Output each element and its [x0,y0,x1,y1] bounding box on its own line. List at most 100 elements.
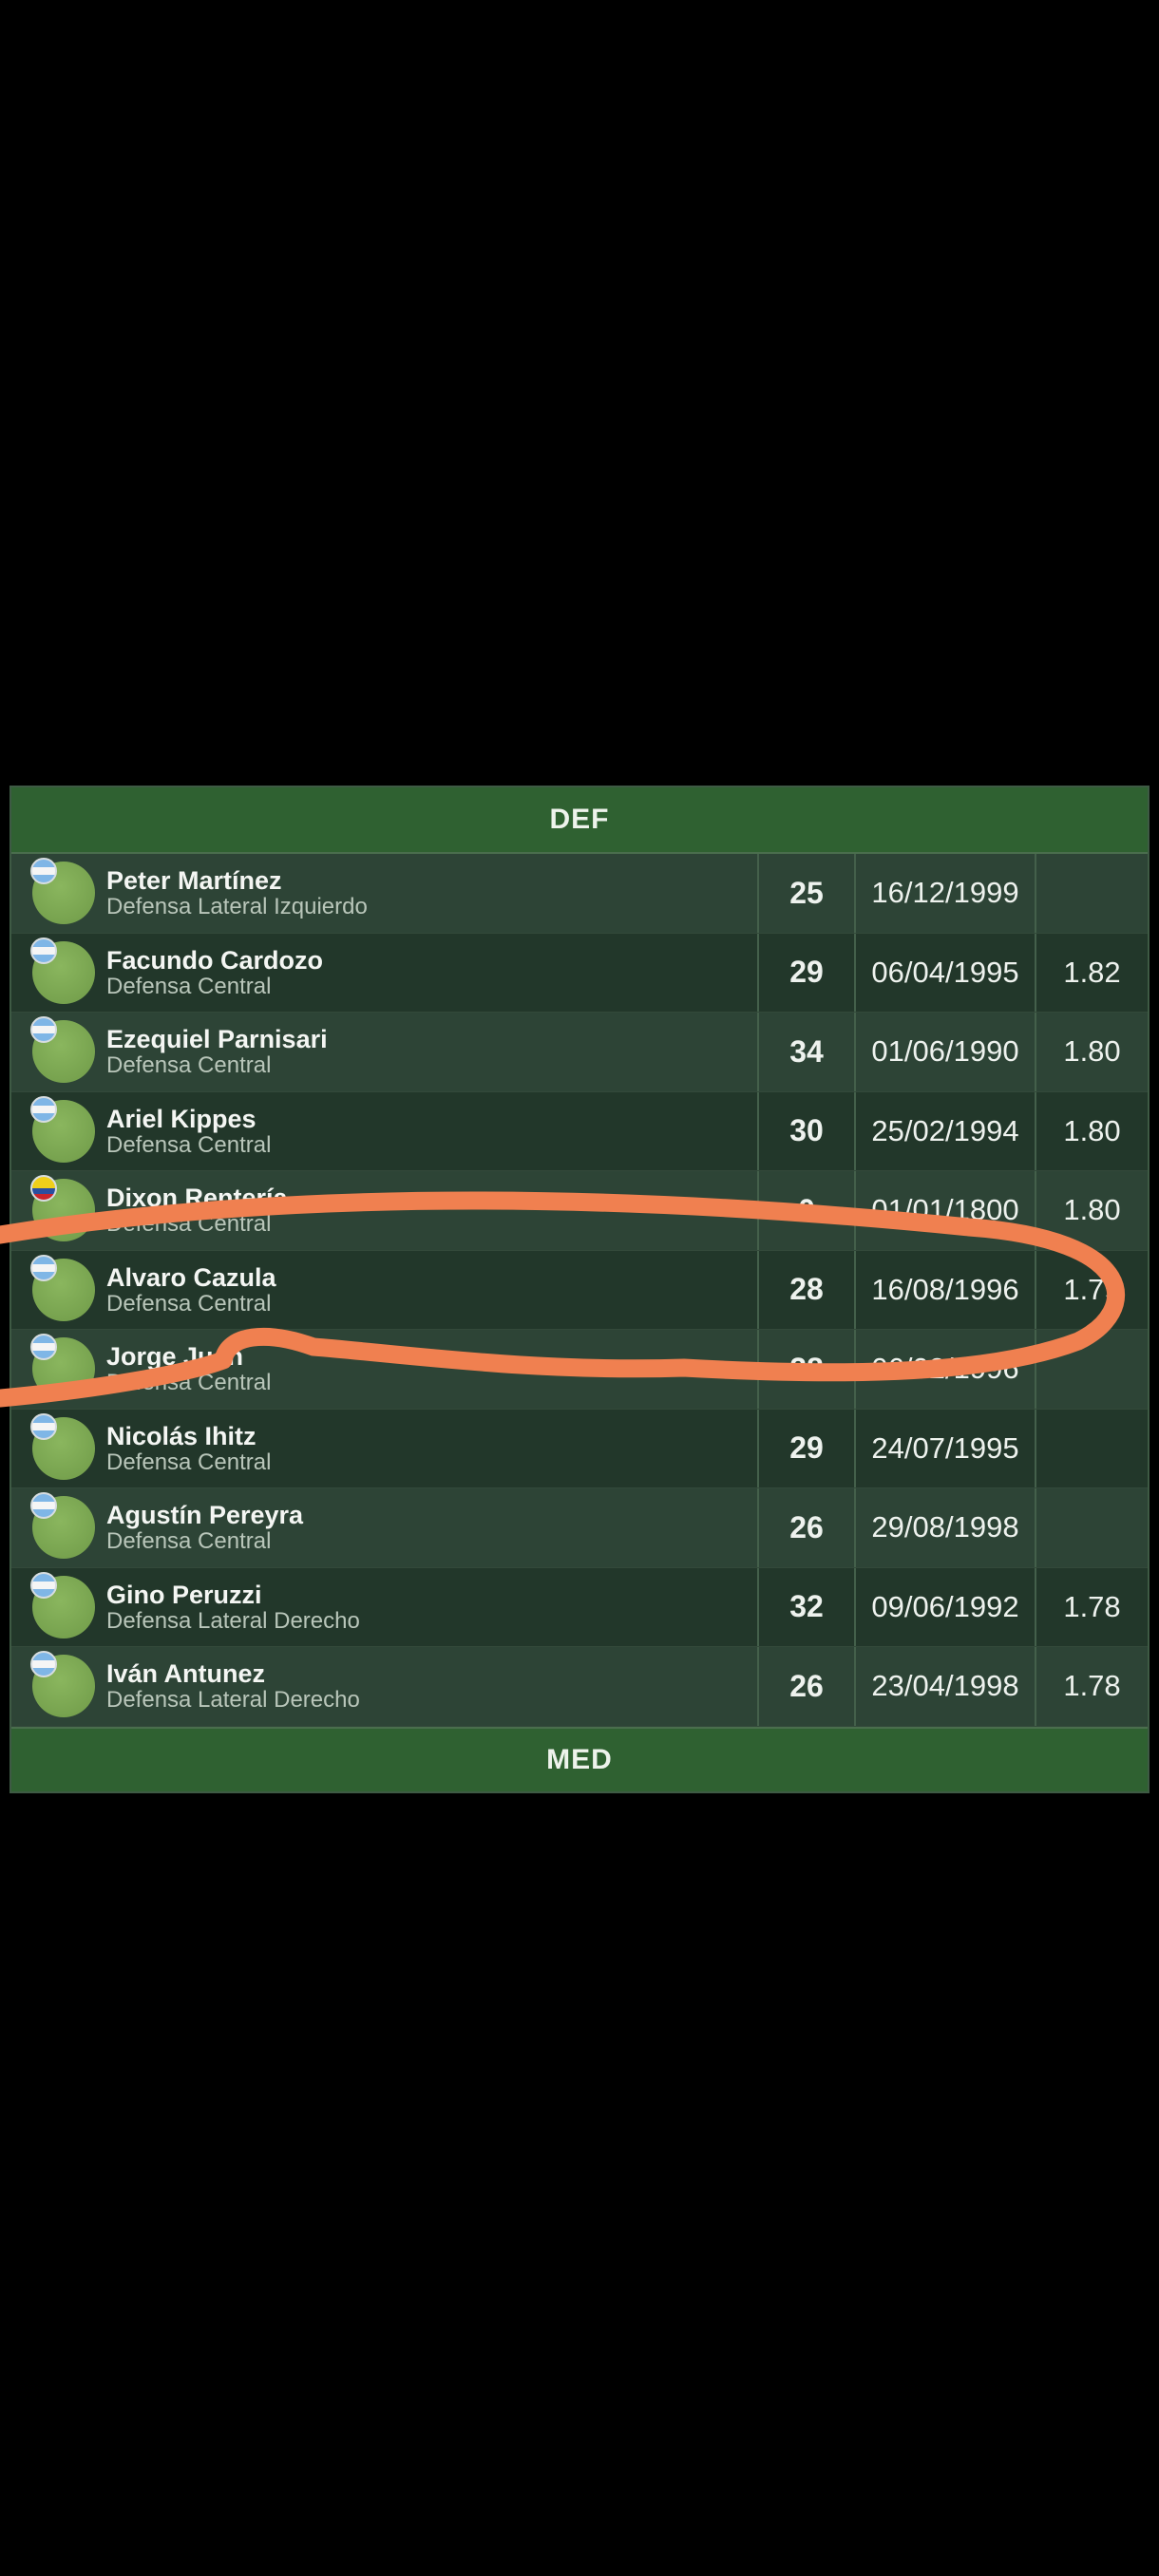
table-row[interactable]: Gino Peruzzi Defensa Lateral Derecho 32 0… [11,1567,1148,1647]
player-position: Defensa Central [106,1211,272,1238]
argentina-flag-icon [30,1095,57,1123]
player-position: Defensa Central [106,1052,272,1079]
player-position: Defensa Central [106,1290,272,1316]
player-name[interactable]: Nicolás Ihitz [106,1422,271,1450]
height-cell [1036,1330,1148,1409]
birthdate-cell: 09/06/1992 [856,1567,1036,1646]
section-title: DEF [549,804,610,835]
argentina-flag-icon [30,1492,57,1520]
age-cell: 29 [759,1409,856,1487]
player-avatar [30,1016,95,1084]
birthdate-cell: 16/12/1999 [856,854,1036,933]
table-row[interactable]: Dixon Rentería Defensa Central 0 01/01/18… [11,1171,1148,1251]
birthdate-cell: 06/02/1996 [856,1330,1036,1409]
player-cell: Dixon Rentería Defensa Central [11,1171,759,1250]
argentina-flag-icon [30,1412,57,1440]
player-name[interactable]: Agustín Pereyra [106,1501,303,1529]
height-cell: 1.80 [1063,1193,1121,1227]
player-name[interactable]: Ezequiel Parnisari [106,1025,328,1053]
age-cell: 0 [759,1171,856,1250]
roster-table: DEF Peter Martínez Defensa Lateral Izquie… [10,786,1150,1793]
table-row[interactable]: Ezequiel Parnisari Defensa Central 34 01/… [11,1013,1148,1092]
player-cell: Ezequiel Parnisari Defensa Central [11,1013,759,1091]
section-header-def[interactable]: DEF [11,787,1148,854]
player-position: Defensa Lateral Derecho [106,1607,360,1634]
player-avatar [30,1651,95,1718]
player-position: Defensa Lateral Izquierdo [106,894,368,920]
player-cell: Ariel Kippes Defensa Central [11,1091,759,1170]
player-position: Defensa Lateral Derecho [106,1687,360,1714]
player-name[interactable]: Alvaro Cazula [106,1263,276,1292]
player-name[interactable]: Dixon Rentería [106,1184,288,1212]
player-cell: Agustín Pereyra Defensa Central [11,1488,759,1567]
birthdate-cell: 23/04/1998 [856,1647,1036,1726]
player-position: Defensa Central [106,1370,272,1396]
player-avatar [30,1254,95,1321]
section-title: MED [546,1743,613,1775]
player-name[interactable]: Peter Martínez [106,866,368,895]
argentina-flag-icon [30,1334,57,1361]
player-avatar [30,1571,95,1638]
player-avatar [30,937,95,1004]
argentina-flag-icon [30,1254,57,1281]
table-row[interactable]: Ariel Kippes Defensa Central 30 25/02/199… [11,1091,1148,1171]
argentina-flag-icon [30,937,57,964]
age-cell: 25 [759,854,856,933]
player-cell: Nicolás Ihitz Defensa Central [11,1409,759,1487]
birthdate-cell: 01/06/1990 [856,1013,1036,1091]
birthdate-cell: 01/01/1800 [856,1171,1036,1250]
argentina-flag-icon [30,1016,57,1044]
player-name[interactable]: Gino Peruzzi [106,1581,360,1609]
player-cell: Facundo Cardozo Defensa Central [11,933,759,1012]
table-row[interactable]: Facundo Cardozo Defensa Central 29 06/04/… [11,933,1148,1013]
age-cell: 26 [759,1488,856,1567]
player-cell: Peter Martínez Defensa Lateral Izquierdo [11,854,759,933]
birthdate-cell: 24/07/1995 [856,1409,1036,1487]
player-cell: Iván Antunez Defensa Lateral Derecho [11,1647,759,1726]
player-avatar [30,1412,95,1480]
table-row[interactable]: Peter Martínez Defensa Lateral Izquierdo … [11,854,1148,934]
player-avatar [30,1492,95,1560]
height-cell: 1.80 [1063,1034,1121,1069]
height-cell [1036,1410,1148,1488]
player-name[interactable]: Jorge Juan [106,1342,271,1371]
height-cell: 1.78 [1063,1669,1121,1703]
birthdate-cell: 29/08/1998 [856,1488,1036,1567]
section-header-med[interactable]: MED [11,1726,1148,1791]
age-cell: 30 [759,1091,856,1170]
player-cell: Jorge Juan Defensa Central [11,1330,759,1409]
argentina-flag-icon [30,1571,57,1599]
argentina-flag-icon [30,858,57,885]
table-row[interactable]: Agustín Pereyra Defensa Central 26 29/08/… [11,1488,1148,1568]
birthdate-cell: 25/02/1994 [856,1091,1036,1170]
height-cell [1036,854,1148,933]
height-cell: 1.79 [1063,1272,1121,1306]
table-row[interactable]: Nicolás Ihitz Defensa Central 29 24/07/19… [11,1409,1148,1488]
height-cell [1036,1488,1148,1567]
table-row[interactable]: Iván Antunez Defensa Lateral Derecho 26 2… [11,1647,1148,1727]
age-cell: 28 [759,1330,856,1409]
age-cell: 34 [759,1013,856,1091]
height-cell: 1.80 [1063,1113,1121,1147]
player-avatar [30,1175,95,1242]
table-row[interactable]: Jorge Juan Defensa Central 28 06/02/1996 [11,1330,1148,1410]
colombia-flag-icon [30,1175,57,1203]
age-cell: 29 [759,933,856,1012]
player-cell: Gino Peruzzi Defensa Lateral Derecho [11,1567,759,1646]
table-row[interactable]: Alvaro Cazula Defensa Central 28 16/08/19… [11,1250,1148,1330]
height-cell: 1.82 [1063,955,1121,989]
player-name[interactable]: Ariel Kippes [106,1105,271,1133]
player-avatar [30,858,95,925]
player-position: Defensa Central [106,1528,272,1555]
player-cell: Alvaro Cazula Defensa Central [11,1250,759,1329]
player-position: Defensa Central [106,1131,272,1158]
player-avatar [30,1334,95,1401]
birthdate-cell: 06/04/1995 [856,933,1036,1012]
birthdate-cell: 16/08/1996 [856,1250,1036,1329]
argentina-flag-icon [30,1651,57,1678]
player-avatar [30,1095,95,1163]
player-name[interactable]: Facundo Cardozo [106,946,323,975]
age-cell: 32 [759,1567,856,1646]
height-cell: 1.78 [1063,1589,1121,1623]
player-name[interactable]: Iván Antunez [106,1659,360,1688]
